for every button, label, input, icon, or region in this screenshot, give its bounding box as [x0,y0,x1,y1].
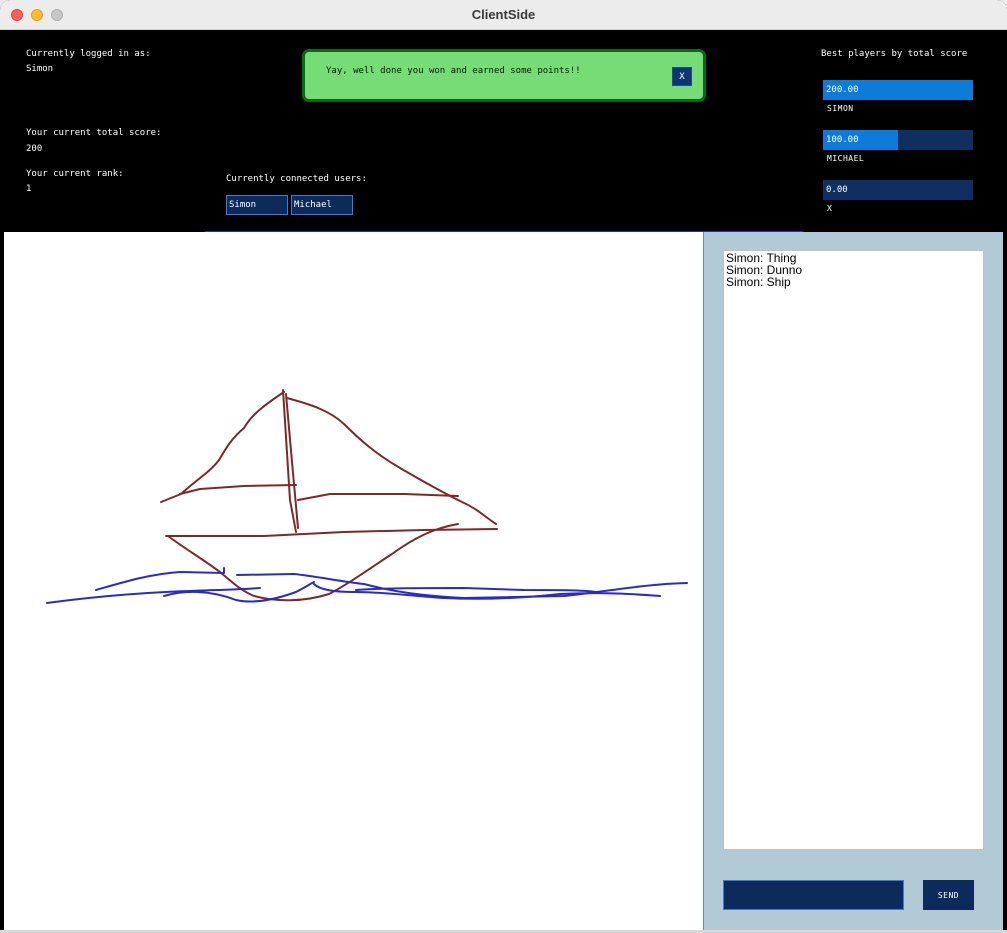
title-bar: ClientSide [0,0,1007,30]
notification-message: Yay, well done you won and earned some p… [326,66,581,76]
boat-deck-stroke [165,528,498,537]
boat-mast-stroke [282,389,299,533]
send-button[interactable]: SEND [923,880,974,910]
notification-close-button[interactable]: X [672,67,692,86]
rank-label: Your current rank: [26,169,124,179]
chat-panel: Simon: Thing Simon: Dunno Simon: Ship SE… [703,232,1003,930]
leaderboard-player-name: X [827,204,833,213]
connected-users-label: Currently connected users: [226,174,367,184]
leaderboard-player-name: MICHAEL [827,154,865,163]
water-stroke [163,581,315,603]
connected-user-chip[interactable]: Simon [226,195,288,215]
chat-log: Simon: Thing Simon: Dunno Simon: Ship [723,250,984,850]
leaderboard-player-name: SIMON [827,104,854,113]
connected-user-chip[interactable]: Michael [291,195,353,215]
boat-right-sail-stroke [286,397,497,525]
boat-left-sail-boom-stroke [179,484,297,495]
water-stroke [46,587,261,604]
leaderboard-score-bar: 100.00 [823,130,973,150]
rank-value: 1 [26,184,32,194]
score-bar-value: 100.00 [826,135,859,145]
total-score-label: Your current total score: [26,128,162,138]
total-score-value: 200 [26,144,43,154]
drawing-canvas[interactable] [4,232,703,930]
win-notification: Yay, well done you won and earned some p… [302,49,706,102]
water-stroke [95,567,225,591]
logged-in-username: Simon [26,64,54,74]
app-window: ClientSide Currently logged in as: Simon… [0,0,1007,933]
leaderboard-score-bar: 0.00 [823,180,973,200]
sketch-drawing [46,389,688,604]
window-title: ClientSide [471,7,536,22]
leaderboard-title: Best players by total score [821,49,968,59]
status-header: Currently logged in as: Simon Your curre… [4,30,1003,232]
chat-input[interactable] [723,880,904,910]
boat-right-sail-boom-stroke [297,493,459,501]
score-bar-value: 200.00 [826,85,859,95]
logged-in-label: Currently logged in as: [26,49,151,59]
leaderboard-score-bar: 200.00 [823,80,973,100]
chat-message: Simon: Ship [726,275,791,289]
score-bar-value: 0.00 [826,185,848,195]
